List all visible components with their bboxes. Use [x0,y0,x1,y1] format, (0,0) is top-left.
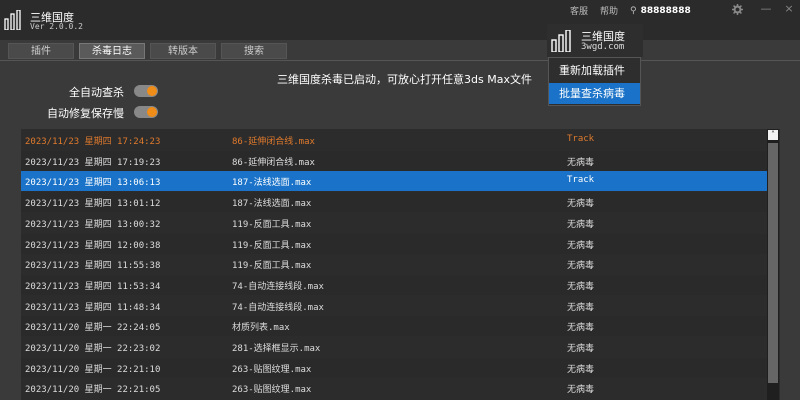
log-time: 2023/11/20 星期一 22:21:05 [25,385,161,396]
close-button[interactable]: × [781,2,797,16]
log-time: 2023/11/23 星期四 12:00:38 [25,240,161,251]
log-time: 2023/11/23 星期四 11:53:34 [25,281,161,292]
log-row[interactable]: 2023/11/23 星期四 12:00:38 119-反面工具.max 无病毒 [21,233,767,254]
context-menu: 重新加载插件 批量查杀病毒 [548,57,641,106]
tab-bar: 插件 杀毒日志 转版本 搜索 [8,43,287,59]
username[interactable]: 88888888 [641,6,691,16]
tab-antivirus-log[interactable]: 杀毒日志 [79,43,145,59]
log-file: 86-延伸闭合线.max [232,137,315,147]
app-version: Ver 2.0.0.2 [30,22,83,31]
log-row[interactable]: 2023/11/23 星期四 11:53:34 74-自动连接线段.max 无病毒 [21,274,767,295]
tab-divider [0,60,800,61]
log-row[interactable]: 2023/11/20 星期一 22:21:05 263-贴图纹理.max 无病毒 [21,378,767,398]
popup-brand: 三维国度 3wgd.com [547,24,643,57]
scroll-up-icon[interactable]: ˄ [768,130,778,140]
log-status: 无病毒 [567,302,595,313]
log-status: 无病毒 [567,261,595,272]
title-bar: 三维国度 Ver 2.0.0.2 客服 帮助 ⚲ 88888888 — × [0,0,800,40]
log-status: 无病毒 [567,385,595,396]
menu-item-batch-scan[interactable]: 批量查杀病毒 [549,83,640,104]
app-logo: 三维国度 Ver 2.0.0.2 [4,4,84,34]
log-row[interactable]: 2023/11/20 星期一 22:21:10 263-贴图纹理.max 无病毒 [21,357,767,378]
log-status: 无病毒 [567,199,595,210]
log-list: 2023/11/23 星期四 17:24:23 86-延伸闭合线.max Track… [21,129,780,400]
toggle-auto-repair-label: 自动修复保存慢 [47,107,124,120]
header-links: 客服 帮助 ⚲ 88888888 [570,4,691,18]
toggle-auto-repair-row: 自动修复保存慢 [0,104,160,120]
log-file: 119-反面工具.max [232,261,312,272]
log-row[interactable]: 2023/11/20 星期一 22:23:02 281-选择框显示.max 无病毒 [21,337,767,357]
log-file: 119-反面工具.max [232,240,312,251]
minimize-button[interactable]: — [758,2,774,16]
log-time: 2023/11/20 星期一 22:23:02 [25,344,161,354]
log-status: Track [567,175,595,186]
log-time: 2023/11/23 星期四 13:01:12 [25,199,161,210]
log-status: 无病毒 [567,364,595,375]
log-file: 281-选择框显示.max [232,344,321,354]
toggle-knob [147,107,157,117]
log-time: 2023/11/23 星期四 11:55:38 [25,261,161,272]
gear-icon[interactable] [729,2,745,16]
log-row[interactable]: 2023/11/23 星期四 11:55:38 119-反面工具.max 无病毒 [21,254,767,274]
log-time: 2023/11/23 星期四 17:19:23 [25,157,161,168]
log-status: Track [567,134,595,144]
status-notice: 三维国度杀毒已启动，可放心打开任意3ds Max文件 [277,73,532,86]
log-time: 2023/11/23 星期四 13:00:32 [25,219,161,230]
popup-brand-url: 3wgd.com [581,42,625,52]
scrollbar[interactable]: ˄ [767,129,779,400]
log-file: 187-法线选面.max [232,178,312,189]
log-time: 2023/11/23 星期四 13:06:13 [25,178,161,189]
logo-bars-icon [551,30,571,52]
log-row[interactable]: 2023/11/20 星期一 22:24:05 材质列表.max 无病毒 [21,316,767,337]
log-status: 无病毒 [567,157,595,168]
log-row[interactable]: 2023/11/23 星期四 13:00:32 119-反面工具.max 无病毒 [21,213,767,233]
log-row[interactable]: 2023/11/23 星期四 17:19:23 86-延伸闭合线.max 无病毒 [21,150,767,171]
log-time: 2023/11/23 星期四 11:48:34 [25,302,161,313]
log-status: 无病毒 [567,281,595,292]
log-status: 无病毒 [567,219,595,230]
log-file: 74-自动连接线段.max [232,302,324,313]
log-time: 2023/11/20 星期一 22:21:10 [25,364,161,375]
log-time: 2023/11/23 星期四 17:24:23 [25,137,161,147]
tab-search[interactable]: 搜索 [221,43,287,59]
menu-item-reload-plugins[interactable]: 重新加载插件 [549,60,640,81]
log-file: 材质列表.max [232,323,290,334]
log-status: 无病毒 [567,323,595,334]
log-file: 187-法线选面.max [232,199,312,210]
toggle-knob [147,86,157,96]
log-row[interactable]: 2023/11/23 星期四 17:24:23 86-延伸闭合线.max Track [21,130,767,150]
log-row[interactable]: 2023/11/23 星期四 11:48:34 74-自动连接线段.max 无病毒 [21,296,767,316]
link-support[interactable]: 客服 [570,4,588,17]
toggle-auto-scan[interactable] [134,85,158,97]
tab-convert-version[interactable]: 转版本 [150,43,216,59]
toggle-auto-scan-label: 全自动查杀 [69,86,124,99]
toggle-auto-scan-row: 全自动查杀 [0,83,160,99]
log-file: 263-贴图纹理.max [232,364,312,375]
link-help[interactable]: 帮助 [600,4,618,17]
log-row[interactable]: 2023/11/23 星期四 13:06:13 187-法线选面.max Track [21,171,767,192]
tab-plugins[interactable]: 插件 [8,43,74,59]
log-status: 无病毒 [567,344,595,354]
log-row[interactable]: 2023/11/23 星期四 13:01:12 187-法线选面.max 无病毒 [21,192,767,213]
scroll-thumb[interactable] [768,143,778,383]
toggle-auto-repair[interactable] [134,106,158,118]
log-file: 263-贴图纹理.max [232,385,312,396]
user-icon: ⚲ [630,5,637,16]
log-file: 119-反面工具.max [232,219,312,230]
log-time: 2023/11/20 星期一 22:24:05 [25,323,161,334]
logo-bars-icon [4,10,21,30]
log-file: 74-自动连接线段.max [232,281,324,292]
log-status: 无病毒 [567,240,595,251]
log-file: 86-延伸闭合线.max [232,157,315,168]
